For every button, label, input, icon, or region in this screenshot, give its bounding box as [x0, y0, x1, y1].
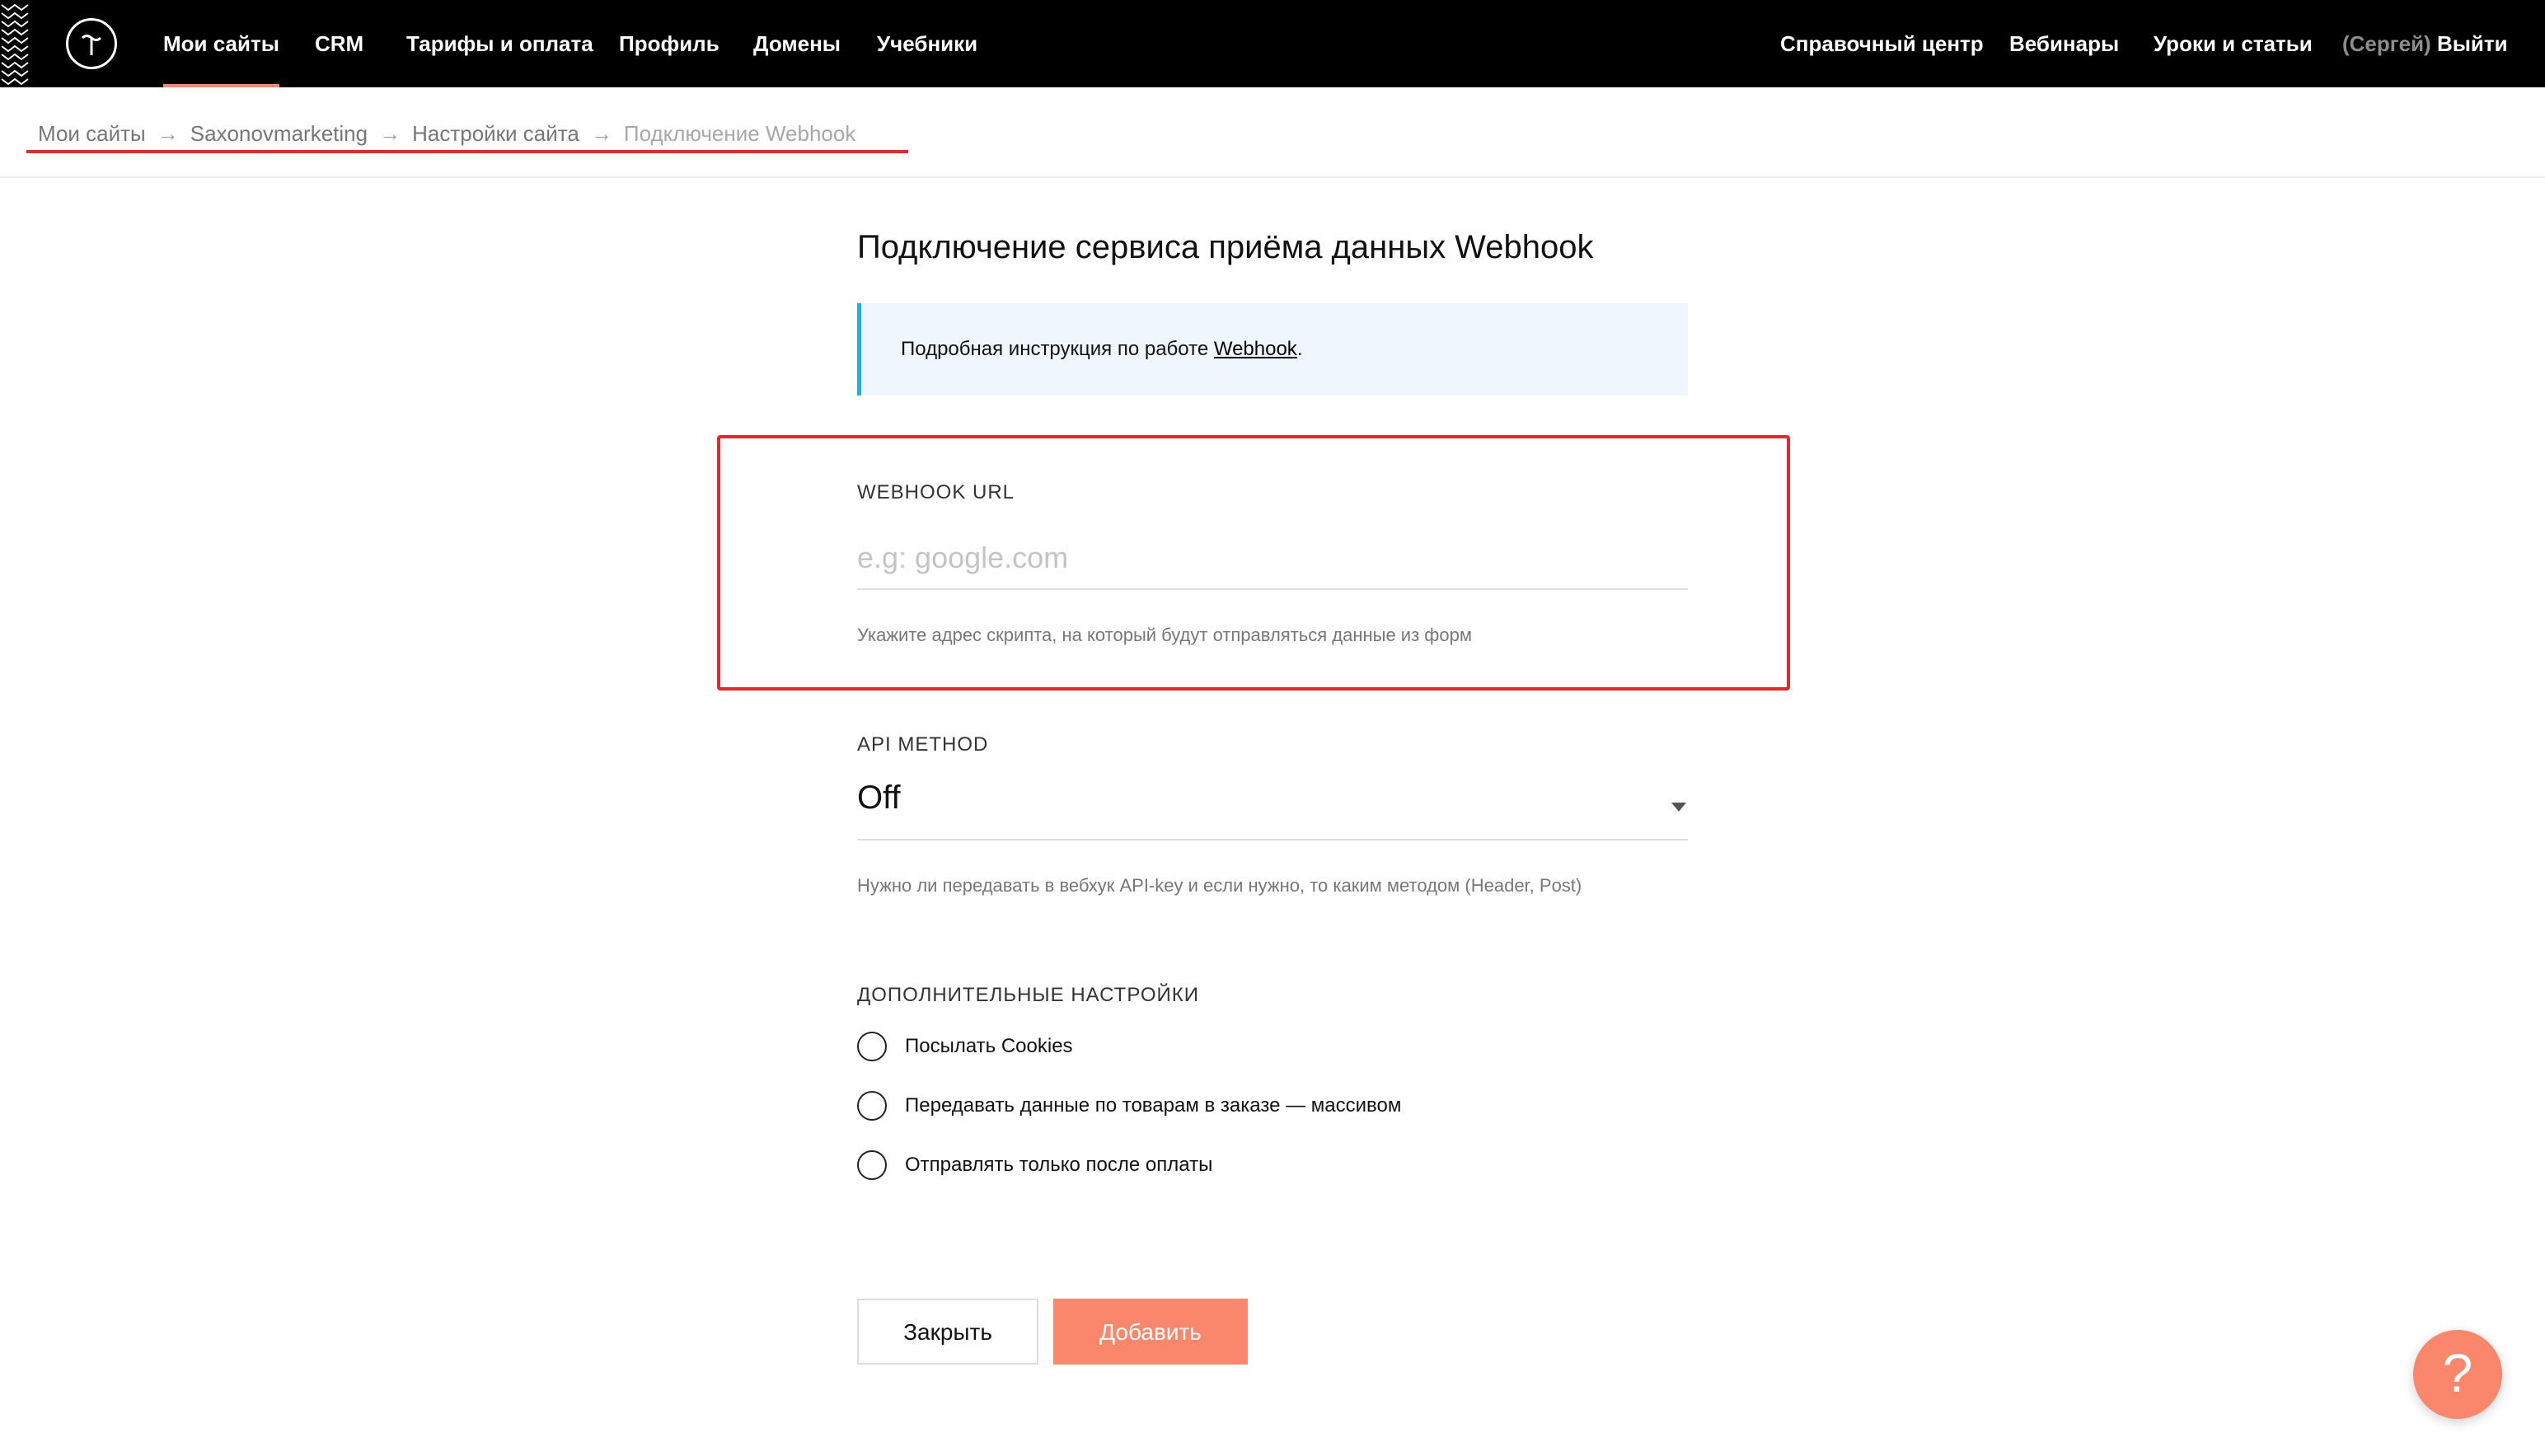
extra-settings-label: ДОПОЛНИТЕЛЬНЫЕ НАСТРОЙКИ — [857, 984, 1199, 1006]
breadcrumb-site[interactable]: Saxonovmarketing — [190, 121, 368, 146]
option-label: Отправлять только после оплаты — [905, 1154, 1213, 1176]
nav-help-center[interactable]: Справочный центр — [1780, 0, 1984, 87]
nav-profile[interactable]: Профиль — [619, 0, 719, 87]
close-button[interactable]: Закрыть — [857, 1299, 1038, 1365]
header-divider — [0, 176, 2545, 178]
nav-domains[interactable]: Домены — [753, 0, 841, 87]
breadcrumb-site-settings[interactable]: Настройки сайта — [412, 121, 579, 146]
breadcrumb-my-sites[interactable]: Мои сайты — [38, 121, 146, 146]
breadcrumb-arrow: → — [379, 121, 401, 146]
checkbox-circle-icon[interactable] — [857, 1032, 887, 1061]
api-method-label: API METHOD — [857, 733, 989, 756]
tilda-logo-icon[interactable] — [66, 18, 117, 69]
top-navigation-bar: Мои сайты CRM Тарифы и оплата Профиль До… — [0, 0, 2545, 87]
user-name: (Сергей) — [2342, 31, 2431, 56]
chevron-down-icon — [1671, 803, 1686, 812]
nav-lessons[interactable]: Уроки и статьи — [2154, 0, 2313, 87]
option-label: Посылать Cookies — [905, 1035, 1073, 1057]
breadcrumb-arrow: → — [590, 121, 612, 146]
info-text: Подробная инструкция по работе Webhook. — [901, 303, 1302, 396]
webhook-url-input[interactable] — [857, 527, 1688, 590]
breadcrumb-current: Подключение Webhook — [623, 121, 856, 146]
nav-crm[interactable]: CRM — [315, 0, 363, 87]
nav-tariffs[interactable]: Тарифы и оплата — [406, 0, 593, 87]
info-text-suffix: . — [1296, 338, 1303, 360]
api-method-select[interactable]: Off — [857, 775, 1688, 840]
user-menu: (Сергей) Выйти — [2342, 0, 2508, 87]
info-text-prefix: Подробная инструкция по работе — [901, 338, 1214, 360]
breadcrumb: Мои сайты → Saxonovmarketing → Настройки сай… — [38, 117, 855, 150]
zigzag-decoration-icon — [1, 3, 29, 86]
help-button[interactable]: ? — [2413, 1330, 2502, 1419]
api-method-hint: Нужно ли передавать в вебхук API-key и е… — [857, 875, 1582, 896]
breadcrumb-arrow: → — [157, 121, 179, 146]
logout-link[interactable]: Выйти — [2437, 31, 2508, 56]
question-mark-icon: ? — [2442, 1342, 2473, 1403]
webhook-url-label: WEBHOOK URL — [857, 481, 1015, 503]
add-button[interactable]: Добавить — [1053, 1299, 1248, 1365]
checkbox-circle-icon[interactable] — [857, 1150, 887, 1180]
api-method-selected-value: Off — [857, 779, 901, 816]
breadcrumb-highlight-underline — [26, 150, 908, 153]
nav-webinars[interactable]: Вебинары — [2009, 0, 2119, 87]
webhook-url-hint: Укажите адрес скрипта, на который будут … — [857, 625, 1472, 645]
info-box: Подробная инструкция по работе Webhook. — [857, 303, 1688, 396]
webhook-instruction-link[interactable]: Webhook — [1214, 338, 1297, 360]
option-label: Передавать данные по товарам в заказе — … — [905, 1094, 1402, 1117]
page-title: Подключение сервиса приёма данных Webhoo… — [857, 229, 1594, 265]
checkbox-circle-icon[interactable] — [857, 1091, 887, 1121]
nav-my-sites[interactable]: Мои сайты — [163, 0, 279, 87]
nav-tutorials[interactable]: Учебники — [877, 0, 977, 87]
